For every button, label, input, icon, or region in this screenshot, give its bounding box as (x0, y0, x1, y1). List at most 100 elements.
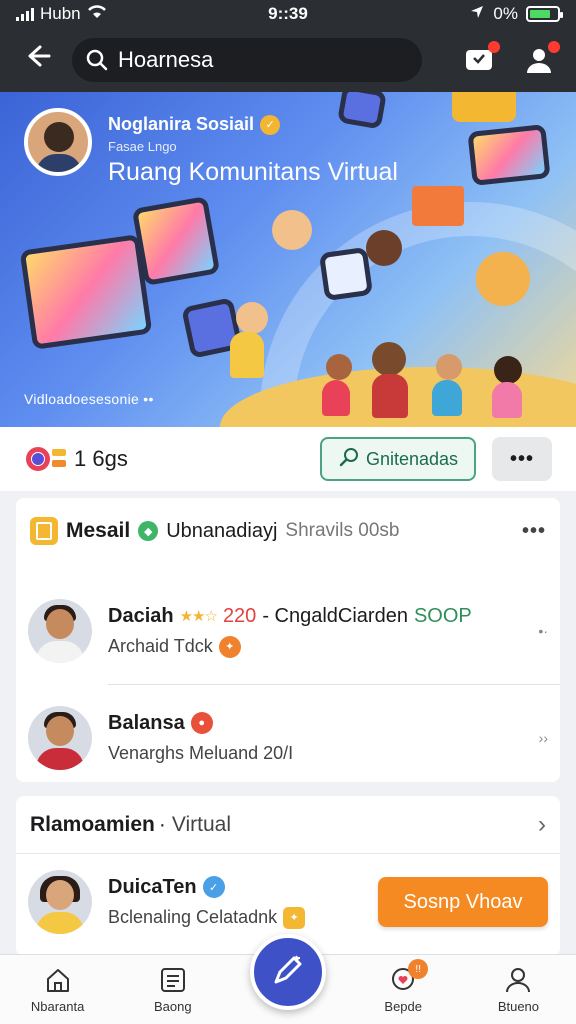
banner-character (492, 382, 522, 418)
card-title: Mesail (66, 519, 131, 542)
item-name: Daciah (108, 604, 174, 627)
top-nav (0, 28, 576, 92)
item-action-icon[interactable]: •· (522, 623, 548, 639)
nav-label: Bepde (384, 999, 422, 1014)
banner-tablet-illustration (131, 195, 221, 287)
chevron-right-icon: › (538, 810, 546, 838)
profile-header: Noglanira Sosiail ✓ Fasae Lngo Ruang Kom… (24, 108, 398, 187)
banner-character (436, 354, 462, 380)
banner-character (366, 230, 402, 266)
search-box[interactable] (72, 38, 422, 82)
list-item[interactable]: Daciah ★★☆ 220 - CngaldCiarden SOOP Arch… (16, 578, 560, 684)
banner-character (432, 380, 462, 416)
heart-icon: !! (388, 959, 429, 995)
list-item[interactable]: Balansa ● Venarghs Meluand 20/I ›› (28, 684, 560, 790)
message-icon (30, 517, 58, 545)
banner-tablet-illustration (467, 124, 551, 186)
nav-item-home[interactable]: Nbaranta (0, 965, 115, 1014)
list-icon (158, 965, 188, 995)
search-icon (86, 49, 108, 71)
banner-character (272, 210, 312, 250)
home-icon (43, 965, 73, 995)
card2-subtitle: Virtual (171, 812, 232, 836)
follow-button[interactable]: Gnitenadas (320, 437, 476, 481)
card-more-button[interactable]: ••• (522, 520, 546, 543)
profile-add-icon[interactable] (522, 41, 560, 77)
banner-character (372, 374, 408, 418)
community-card-header[interactable]: Rlamoamien · Virtual › (16, 796, 560, 854)
card2-title: Rlamoamien (30, 812, 155, 836)
banner-character (236, 302, 268, 334)
banner-tablet-illustration (318, 246, 374, 302)
follow-button-label: Gnitenadas (365, 448, 459, 469)
notification-dot (488, 41, 500, 53)
create-post-button[interactable] (250, 934, 326, 1010)
banner-character (372, 342, 406, 376)
item-description: Venarghs Meluand 20/I (108, 742, 294, 763)
action-row: 1 6gs Gnitenadas ••• (0, 427, 576, 491)
badge-icon: ✦ (218, 635, 241, 658)
avatar (28, 705, 92, 770)
verified-badge-icon: ✓ (202, 876, 225, 898)
title-separator: · (158, 812, 166, 836)
profile-name: Noglanira Sosiail (108, 114, 255, 134)
edit-icon (270, 952, 306, 993)
card-subtitle: Ubnanadiayj (166, 519, 278, 542)
user-icon (503, 965, 533, 995)
back-arrow-icon[interactable] (20, 42, 56, 78)
profile-avatar[interactable] (24, 108, 92, 176)
member-count: 1 6gs (74, 446, 128, 471)
card-subtitle-secondary: Shravils 00sb (285, 520, 400, 541)
community-banner: Noglanira Sosiail ✓ Fasae Lngo Ruang Kom… (0, 92, 576, 427)
banner-caption: Vidloadoesesonie •• (24, 391, 154, 407)
notification-badge: !! (408, 959, 429, 979)
item-name: Balansa (108, 711, 185, 734)
nav-label: Nbaranta (30, 999, 85, 1014)
avatar (28, 870, 92, 934)
badge-icon: ✦ (283, 906, 306, 929)
more-options-button[interactable]: ••• (492, 437, 552, 481)
nav-item-profile[interactable]: Btueno (461, 965, 576, 1014)
signal-icon (16, 7, 34, 21)
messages-card-header: Mesail ◆ Ubnanadiayj Shravils 00sb ••• (16, 498, 560, 564)
status-time: 9::39 (268, 4, 308, 23)
join-button[interactable]: Sosnp Vhoav (378, 877, 548, 927)
search-input[interactable] (118, 47, 408, 73)
community-card: Rlamoamien · Virtual › DuicaTen ✓ Bclena… (16, 796, 560, 956)
item-tag: SOOP (413, 604, 472, 627)
avatar (28, 599, 92, 663)
nav-item-list[interactable]: Baong (115, 965, 230, 1014)
banner-gift-icon (412, 186, 464, 226)
notification-dot (548, 41, 560, 53)
banner-character (494, 356, 522, 384)
banner-character (326, 354, 352, 380)
banner-emoji-icon (452, 92, 516, 122)
item-detail: - CngaldCiarden (262, 604, 408, 627)
status-bar: Hubn 9::39 0% (0, 0, 576, 28)
chat-icon[interactable] (462, 41, 500, 77)
banner-bear-character (476, 252, 530, 306)
banner-tablet-illustration (19, 234, 153, 350)
banner-character (322, 380, 350, 416)
battery-icon (526, 6, 563, 22)
carrier-label: Hubn (40, 4, 81, 23)
profile-subtitle: Fasae Lngo (108, 139, 177, 154)
item-description: Bclenaling Celatadnk (108, 907, 278, 927)
item-action-icon[interactable]: ›› (522, 730, 548, 746)
battery-label: 0% (493, 4, 518, 23)
wifi-icon (87, 4, 107, 24)
online-status-icon: ◆ (138, 521, 159, 541)
badge-icon: ● (190, 712, 213, 734)
location-icon (469, 4, 485, 25)
search-chat-icon (338, 446, 360, 473)
messages-card: Mesail ◆ Ubnanadiayj Shravils 00sb ••• D… (16, 498, 560, 782)
item-count: 220 (222, 604, 257, 627)
banner-character (230, 332, 264, 378)
item-description: Archaid Tdck (108, 636, 213, 656)
nav-label: Baong (154, 999, 192, 1014)
nav-label: Btueno (497, 999, 540, 1014)
nav-item-likes[interactable]: !! Bepde (346, 959, 461, 1014)
rating-stars: ★★☆ (179, 608, 218, 625)
profile-title: Ruang Komunitans Virtual (108, 158, 398, 186)
community-logo-icon (24, 445, 68, 473)
